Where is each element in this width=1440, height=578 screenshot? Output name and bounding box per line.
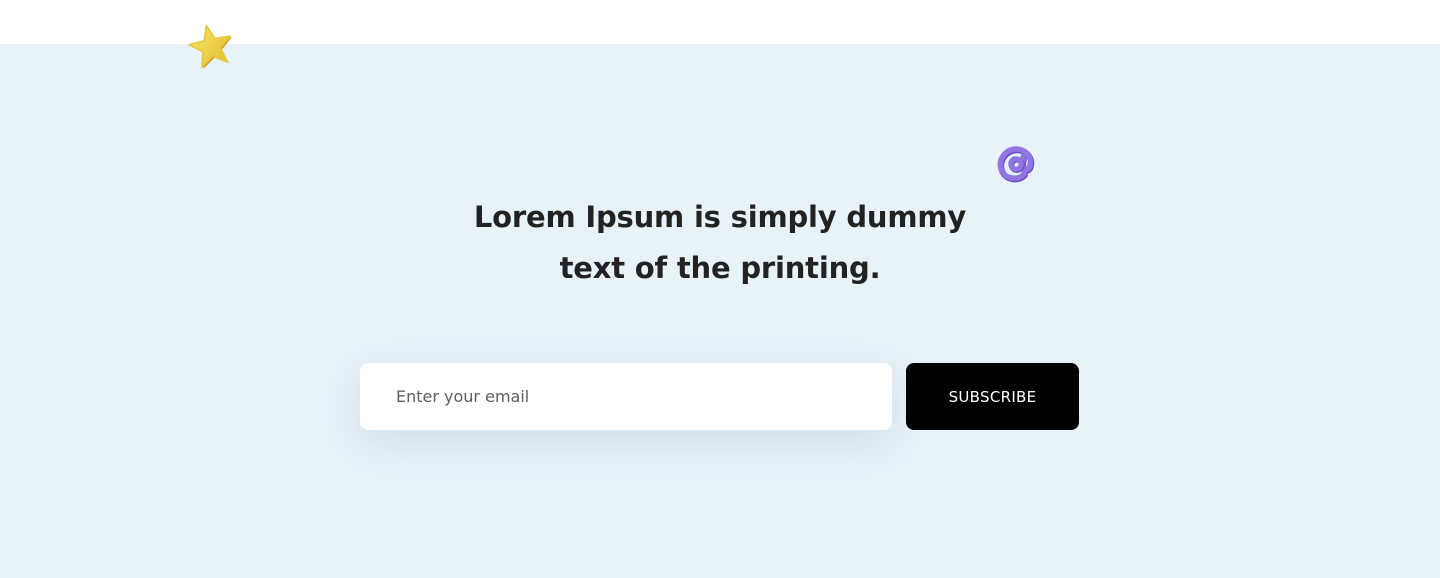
heading-line-1: Lorem Ipsum is simply dummy	[473, 200, 967, 234]
email-input[interactable]	[360, 363, 892, 430]
subscribe-button[interactable]: SUBSCRIBE	[906, 363, 1079, 430]
email-field-container	[360, 363, 892, 430]
newsletter-heading: Lorem Ipsum is simply dummy text of the …	[420, 192, 1020, 294]
at-sign-icon	[997, 146, 1035, 183]
heading-line-2: text of the printing.	[559, 251, 881, 285]
star-icon	[188, 24, 232, 69]
newsletter-section	[0, 44, 1440, 578]
page: Lorem Ipsum is simply dummy text of the …	[0, 0, 1440, 578]
